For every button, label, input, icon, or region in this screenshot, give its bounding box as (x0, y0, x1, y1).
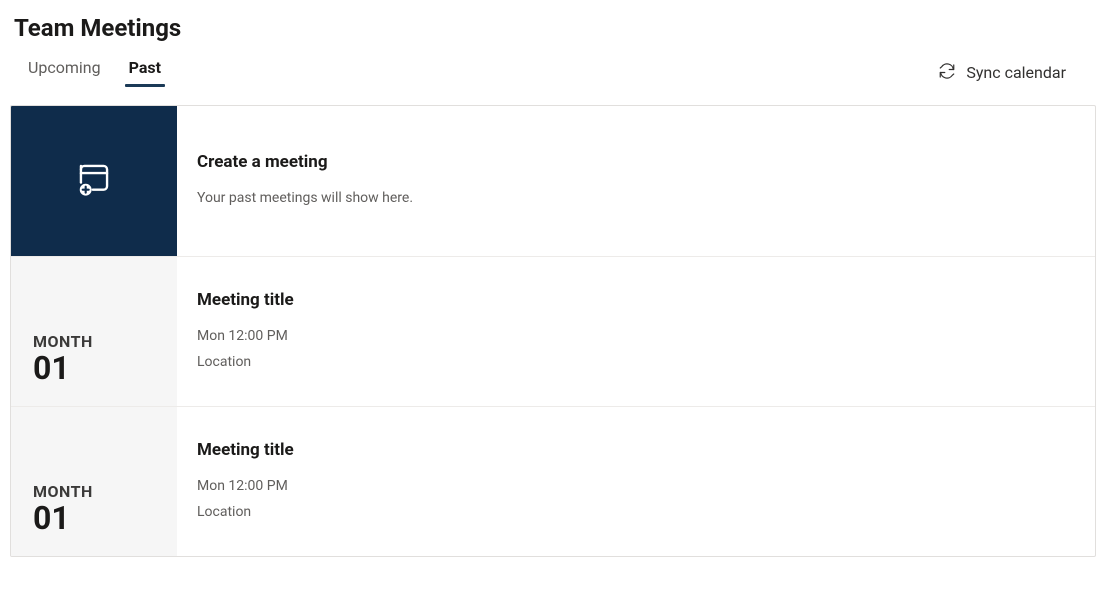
meeting-date-box: MONTH 01 (11, 407, 177, 556)
tab-upcoming[interactable]: Upcoming (28, 58, 101, 87)
meeting-row[interactable]: MONTH 01 Meeting title Mon 12:00 PM Loca… (11, 256, 1095, 406)
meeting-title: Meeting title (197, 290, 1075, 310)
sync-label: Sync calendar (966, 63, 1066, 82)
meeting-body: Meeting title Mon 12:00 PM Location (177, 257, 1095, 406)
meeting-row[interactable]: MONTH 01 Meeting title Mon 12:00 PM Loca… (11, 406, 1095, 556)
page-title: Team Meetings (14, 14, 1096, 42)
calendar-add-icon (75, 160, 113, 202)
tab-past[interactable]: Past (129, 58, 161, 87)
create-meeting-title: Create a meeting (197, 152, 1075, 172)
meeting-location: Location (197, 500, 1075, 525)
sync-calendar-button[interactable]: Sync calendar (938, 62, 1066, 84)
sync-icon (938, 62, 956, 84)
meeting-day: 01 (33, 351, 70, 386)
create-meeting-icon-box (11, 106, 177, 256)
meeting-body: Meeting title Mon 12:00 PM Location (177, 407, 1095, 556)
tabs: Upcoming Past (28, 58, 161, 87)
create-meeting-body: Create a meeting Your past meetings will… (177, 106, 1095, 256)
meeting-time: Mon 12:00 PM (197, 324, 1075, 349)
create-meeting-subtitle: Your past meetings will show here. (197, 186, 1075, 211)
create-meeting-row[interactable]: Create a meeting Your past meetings will… (11, 106, 1095, 256)
header-row: Upcoming Past Sync calendar (10, 58, 1096, 87)
meeting-date-box: MONTH 01 (11, 257, 177, 406)
meeting-day: 01 (33, 501, 70, 536)
meeting-time: Mon 12:00 PM (197, 474, 1075, 499)
meeting-title: Meeting title (197, 440, 1075, 460)
meetings-list: Create a meeting Your past meetings will… (10, 105, 1096, 557)
meeting-location: Location (197, 350, 1075, 375)
